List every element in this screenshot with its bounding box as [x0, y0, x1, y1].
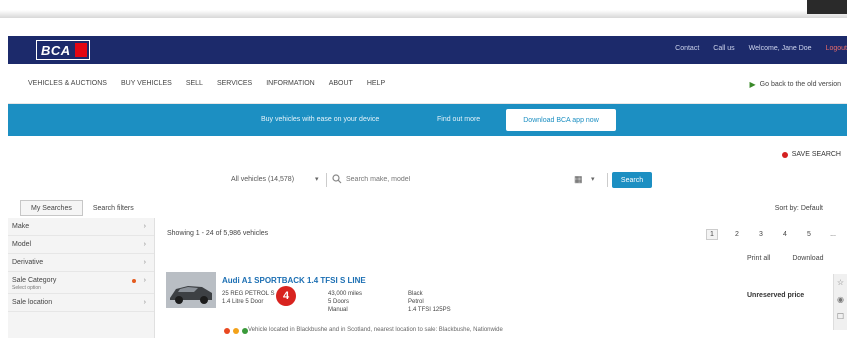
car-icon	[166, 272, 216, 308]
page-1[interactable]: 1	[706, 229, 718, 240]
vehicle-location-text: Vehicle located in Blackbushe and in Sco…	[248, 327, 503, 333]
flag-icon	[224, 328, 230, 334]
results-count: Showing 1 - 24 of 5,986 vehicles	[167, 230, 269, 237]
filter-label: Derivative	[12, 259, 44, 266]
page-2[interactable]: 2	[732, 229, 742, 240]
vehicle-spec-col2: 43,000 miles 5 Doors Manual	[328, 290, 362, 314]
logo-mark-icon	[74, 43, 87, 57]
main-nav: VEHICLES & AUCTIONS BUY VEHICLES SELL SE…	[8, 64, 847, 104]
eye-icon[interactable]: ◉	[837, 295, 844, 304]
spec-item: 25 REG PETROL S	[222, 291, 275, 297]
checkbox-icon[interactable]: ☐	[837, 312, 844, 321]
search-bar: All vehicles (14,578) ▾ ▦ ▾ Search	[8, 171, 847, 189]
filter-label: Sale location	[12, 299, 53, 306]
bca-logo[interactable]: BCA	[36, 40, 90, 60]
chevron-right-icon: ›	[143, 277, 146, 284]
save-search-icon	[781, 151, 788, 158]
header-link-contact[interactable]: Contact	[675, 45, 699, 52]
filter-sublabel: Select option	[12, 285, 41, 291]
old-version-label: Go back to the old version	[759, 81, 841, 88]
vehicle-spec-col1: 25 REG PETROL S 1.4 Litre 5 Door	[222, 290, 274, 306]
header-links: Contact Call us Welcome, Jane Doe Logout	[675, 45, 847, 52]
download-link[interactable]: Download	[792, 255, 823, 262]
vehicle-scope-select[interactable]: All vehicles (14,578)	[231, 176, 294, 183]
spec-item: Black	[408, 291, 423, 297]
filter-derivative[interactable]: Derivative ›	[8, 254, 154, 272]
header-link-logout[interactable]: Logout	[826, 45, 847, 52]
chevron-right-icon: ›	[143, 299, 146, 306]
result-actions: Print all Download	[747, 255, 823, 262]
edge-shadow	[0, 10, 847, 18]
vehicle-price: Unreserved price	[747, 292, 805, 299]
nav-item-help[interactable]: HELP	[367, 80, 385, 87]
filter-tabs: My Searches Search filters	[8, 200, 144, 216]
filter-sale-location[interactable]: Sale location ›	[8, 294, 154, 312]
nav-item-about[interactable]: ABOUT	[329, 80, 353, 87]
search-input[interactable]	[346, 172, 566, 187]
vehicle-image[interactable]	[166, 272, 216, 308]
chevron-down-icon[interactable]: ▾	[315, 175, 319, 183]
site-header: BCA Contact Call us Welcome, Jane Doe Lo…	[8, 36, 847, 64]
nav-item-information[interactable]: INFORMATION	[266, 80, 314, 87]
nav-item-sell[interactable]: SELL	[186, 80, 203, 87]
divider	[607, 173, 608, 187]
flag-icon	[233, 328, 239, 334]
promo-banner: Buy vehicles with ease on your device Fi…	[8, 104, 847, 136]
save-search-label: SAVE SEARCH	[791, 151, 841, 158]
promo-text: Buy vehicles with ease on your device	[261, 116, 380, 123]
tab-my-searches[interactable]: My Searches	[20, 200, 83, 216]
chevron-right-icon: ›	[143, 223, 146, 230]
pagination: 1 2 3 4 5 ... ›	[706, 229, 847, 240]
nav-item-buy[interactable]: BUY VEHICLES	[121, 80, 172, 87]
star-icon[interactable]: ☆	[837, 278, 844, 287]
divider	[326, 173, 327, 187]
promo-link[interactable]: Find out more	[437, 116, 480, 123]
search-button[interactable]: Search	[612, 172, 652, 188]
filter-label: Model	[12, 241, 32, 248]
spec-item: 1.4 Litre 5 Door	[222, 299, 264, 305]
dark-corner	[807, 0, 847, 14]
page-5[interactable]: 5	[804, 229, 814, 240]
vehicle-side-tools: ☆ ◉ ☐	[833, 274, 847, 330]
filter-sidebar: Make › Model › Derivative › Sale Categor…	[8, 218, 155, 338]
filter-label: Make	[12, 223, 30, 230]
page-3[interactable]: 3	[756, 229, 766, 240]
spec-item: Manual	[328, 307, 348, 313]
filter-model[interactable]: Model ›	[8, 236, 154, 254]
logo-text: BCA	[41, 42, 71, 58]
save-search-link[interactable]: SAVE SEARCH	[781, 151, 841, 158]
active-filter-icon	[132, 279, 136, 283]
step-number-badge: 4	[276, 286, 296, 306]
sort-select[interactable]: Sort by: Default	[775, 205, 823, 212]
tab-search-filters[interactable]: Search filters	[83, 200, 144, 216]
page-ellipsis: ...	[830, 231, 836, 238]
page-4[interactable]: 4	[780, 229, 790, 240]
nav-item-vehicles[interactable]: VEHICLES & AUCTIONS	[28, 80, 107, 87]
spec-item: 1.4 TFSI 125PS	[408, 307, 451, 313]
vehicle-title-link[interactable]: Audi A1 SPORTBACK 1.4 TFSI S LINE	[222, 276, 366, 285]
filter-sale-category[interactable]: Sale Category Select option ›	[8, 272, 154, 294]
nav-item-services[interactable]: SERVICES	[217, 80, 252, 87]
old-version-link[interactable]: ▶ Go back to the old version	[750, 80, 841, 89]
previous-page-edge	[0, 0, 847, 18]
chevron-down-icon[interactable]: ▾	[591, 175, 595, 183]
spec-item: 43,000 miles	[328, 291, 363, 297]
spec-item: 5 Doors	[328, 299, 350, 305]
chevron-right-icon: ›	[143, 259, 146, 266]
chevron-right-icon: ›	[143, 241, 146, 248]
header-link-call[interactable]: Call us	[713, 45, 734, 52]
promo-button[interactable]: Download BCA app now	[506, 109, 616, 131]
filter-make[interactable]: Make ›	[8, 218, 154, 236]
vehicle-spec-col3: Black Petrol 1.4 TFSI 125PS	[408, 290, 451, 314]
grid-view-icon[interactable]: ▦	[574, 174, 583, 185]
header-link-account[interactable]: Welcome, Jane Doe	[749, 45, 812, 52]
arrow-icon: ▶	[749, 80, 756, 89]
spec-item: Petrol	[408, 299, 424, 305]
nav-items: VEHICLES & AUCTIONS BUY VEHICLES SELL SE…	[28, 80, 385, 87]
print-all-link[interactable]: Print all	[747, 255, 770, 262]
search-icon	[332, 174, 342, 184]
vehicle-flags	[224, 328, 248, 334]
filter-label: Sale Category	[12, 277, 57, 284]
